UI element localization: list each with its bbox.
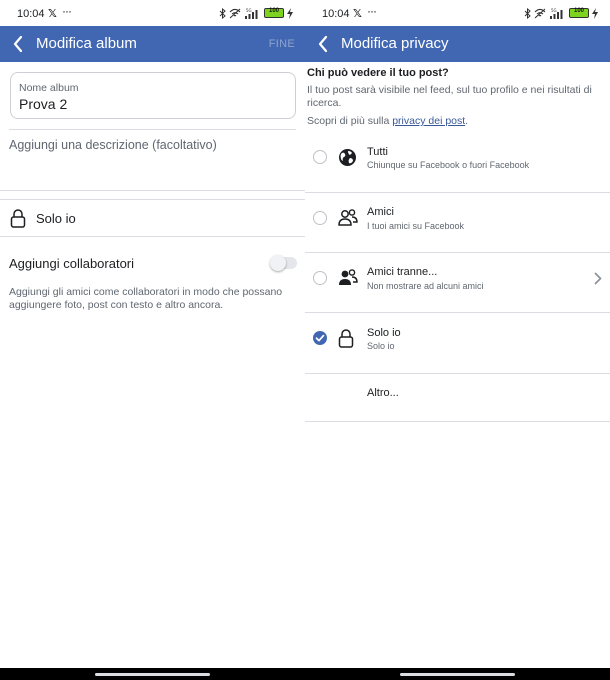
done-button[interactable]: FINE xyxy=(269,38,295,50)
more-options-button[interactable]: Altro... xyxy=(367,387,399,399)
friends-icon xyxy=(338,209,358,226)
album-name-input[interactable]: Prova 2 xyxy=(19,96,67,112)
radio-button-selected[interactable] xyxy=(313,331,327,345)
page-title: Modifica album xyxy=(36,35,137,52)
edit-album-screen: 10:04 𝕏 ··· 5G 100 Modifica album FINE N… xyxy=(0,0,305,680)
status-bar: 10:04 𝕏 ··· 5G 100 xyxy=(305,0,610,26)
divider xyxy=(0,236,305,237)
album-name-field[interactable]: Nome album Prova 2 xyxy=(10,72,296,119)
checkmark-icon xyxy=(315,334,325,342)
status-time: 10:04 xyxy=(17,8,45,20)
divider xyxy=(9,129,296,130)
status-icons: 5G 100 xyxy=(524,7,598,19)
option-solo-io[interactable]: Solo io Solo io xyxy=(305,313,610,373)
charging-icon xyxy=(592,7,598,19)
toggle-knob xyxy=(270,255,286,271)
option-tutti[interactable]: Tutti Chiunque su Facebook o fuori Faceb… xyxy=(305,132,610,192)
edit-privacy-screen: 10:04 𝕏 ··· 5G 100 Modifica privacy Chi … xyxy=(305,0,610,680)
app-bar: Modifica album FINE xyxy=(0,26,305,62)
svg-text:5G: 5G xyxy=(246,8,252,13)
option-title: Amici xyxy=(367,206,394,218)
back-arrow-icon[interactable] xyxy=(315,34,331,54)
x-app-icon: 𝕏 xyxy=(48,8,57,20)
privacy-setting-row[interactable]: Solo io xyxy=(0,200,305,237)
bluetooth-icon xyxy=(524,7,531,19)
more-notifications-icon: ··· xyxy=(62,4,72,18)
option-amici[interactable]: Amici I tuoi amici su Facebook xyxy=(305,193,610,253)
option-subtitle: Non mostrare ad alcuni amici xyxy=(367,281,484,291)
charging-icon xyxy=(287,7,293,19)
add-collaborators-label: Aggiungi collaboratori xyxy=(9,256,135,271)
audience-question: Chi può vedere il tuo post? xyxy=(307,67,449,79)
collaborators-description: Aggiungi gli amici come collaboratori in… xyxy=(9,286,283,311)
status-icons: 5G 100 xyxy=(219,7,293,19)
radio-button[interactable] xyxy=(313,271,327,285)
back-arrow-icon[interactable] xyxy=(10,34,26,54)
option-subtitle: I tuoi amici su Facebook xyxy=(367,221,465,231)
option-title: Tutti xyxy=(367,146,388,158)
option-subtitle: Chiunque su Facebook o fuori Facebook xyxy=(367,160,530,170)
friends-except-icon xyxy=(339,269,358,285)
option-amici-tranne[interactable]: Amici tranne... Non mostrare ad alcuni a… xyxy=(305,253,610,313)
option-title: Amici tranne... xyxy=(367,266,438,278)
globe-icon xyxy=(339,149,356,166)
radio-button[interactable] xyxy=(313,150,327,164)
app-bar: Modifica privacy xyxy=(305,26,610,62)
bluetooth-icon xyxy=(219,7,226,19)
battery-icon: 100 xyxy=(264,8,284,18)
x-app-icon: 𝕏 xyxy=(353,8,362,20)
svg-text:5G: 5G xyxy=(551,8,557,13)
home-gesture-pill[interactable] xyxy=(400,673,515,676)
system-navigation-bar xyxy=(0,668,610,680)
lock-icon xyxy=(338,329,354,348)
audience-description: Il tuo post sarà visibile nel feed, sul … xyxy=(307,84,592,109)
page-title: Modifica privacy xyxy=(341,35,449,52)
chevron-right-icon xyxy=(594,272,602,285)
status-time: 10:04 xyxy=(322,8,350,20)
home-gesture-pill[interactable] xyxy=(95,673,210,676)
wifi-off-icon xyxy=(229,8,241,18)
learn-more-text: Scopri di più sulla privacy dei post. xyxy=(307,115,469,127)
option-title: Solo io xyxy=(367,327,401,339)
more-notifications-icon: ··· xyxy=(367,4,377,18)
signal-icon: 5G xyxy=(550,8,563,19)
divider xyxy=(305,421,610,422)
privacy-link[interactable]: privacy dei post xyxy=(392,115,465,127)
privacy-setting-label: Solo io xyxy=(36,211,76,226)
album-name-label: Nome album xyxy=(19,82,79,94)
signal-icon: 5G xyxy=(245,8,258,19)
divider xyxy=(0,190,305,191)
description-input[interactable]: Aggiungi una descrizione (facoltativo) xyxy=(9,138,217,152)
option-subtitle: Solo io xyxy=(367,341,395,351)
collaborators-toggle[interactable] xyxy=(270,255,297,271)
battery-icon: 100 xyxy=(569,8,589,18)
wifi-off-icon xyxy=(534,8,546,18)
status-bar: 10:04 𝕏 ··· 5G 100 xyxy=(0,0,305,26)
lock-icon xyxy=(10,209,26,228)
divider xyxy=(305,373,610,374)
radio-button[interactable] xyxy=(313,211,327,225)
